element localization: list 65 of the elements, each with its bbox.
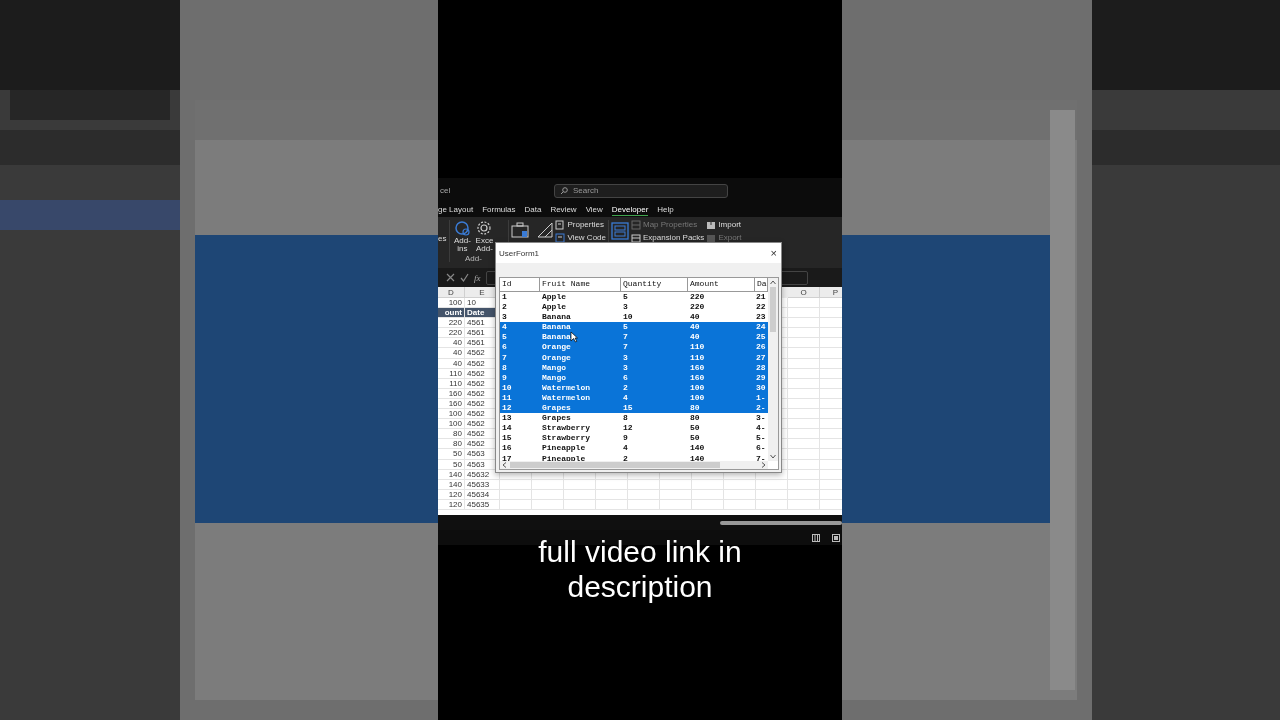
list-row[interactable]: 10 Watermelon 2 100 30 <box>500 382 768 393</box>
list-row[interactable]: 15 Strawberry 9 50 5- <box>500 433 768 444</box>
scrollbar[interactable] <box>768 278 778 461</box>
list-row[interactable]: 8 Mango 3 160 28 <box>500 362 768 373</box>
list-row[interactable]: 4 Banana 5 40 24 <box>500 322 768 333</box>
ribbon-button[interactable]: Exce Add- <box>474 220 495 253</box>
caret-right-icon <box>761 462 766 468</box>
ribbon-tab[interactable]: Developer <box>611 204 649 216</box>
cancel-icon <box>446 273 455 282</box>
list-row[interactable]: 13 Grapes 8 80 3- <box>500 413 768 424</box>
column-header[interactable]: D <box>438 287 465 298</box>
ribbon-button[interactable]: Import <box>706 220 742 230</box>
column-header[interactable]: P <box>820 287 842 298</box>
ribbon-button[interactable]: View Code <box>555 233 606 243</box>
ribbon-button[interactable]: Expansion Packs <box>631 233 705 243</box>
window-title: UserForm1 <box>499 248 539 258</box>
list-row[interactable]: 11 Watermelon 4 100 1- <box>500 392 768 404</box>
list-box[interactable] <box>499 277 779 470</box>
column-header[interactable]: Fruit Name <box>540 278 621 291</box>
gear-icon <box>476 220 493 236</box>
list-row[interactable]: 9 Mango 6 160 29 <box>500 372 768 383</box>
column-header[interactable]: Quantity <box>621 278 688 291</box>
list-row[interactable]: 1 Apple 5 220 21 <box>500 292 768 303</box>
list-row[interactable]: 17 Pineapple 2 140 7- <box>500 453 768 464</box>
scrollbar[interactable] <box>720 520 842 525</box>
scrollbar[interactable] <box>500 461 768 469</box>
ribbon-tab[interactable]: Formulas <box>482 204 516 216</box>
ribbon-button[interactable]: Properties <box>555 220 606 230</box>
search-icon <box>560 186 568 195</box>
function-label[interactable]: fx <box>474 272 481 283</box>
caret-down-icon <box>770 454 776 459</box>
ribbon-label: es <box>438 234 447 243</box>
grid-view-icon <box>812 533 820 542</box>
cursor-icon <box>570 331 578 343</box>
window-icon <box>555 233 566 243</box>
app-title: cel <box>440 186 452 195</box>
list-row[interactable]: 12 Grapes 15 80 2- <box>500 403 768 414</box>
panel-icon <box>611 222 629 240</box>
toolbox-icon <box>511 222 530 238</box>
ruler-icon <box>537 222 554 238</box>
group-label: Add- <box>465 254 482 263</box>
list-row[interactable]: 16 Pineapple 4 140 6- <box>500 443 768 454</box>
ribbon-tab[interactable]: Help <box>657 204 674 216</box>
list-row[interactable]: 7 Orange 3 110 27 <box>500 352 768 363</box>
close-button[interactable]: × <box>766 247 781 259</box>
list-row[interactable]: 2 Apple 3 220 22 <box>500 302 768 313</box>
list-row[interactable]: 3 Banana 10 40 23 <box>500 312 768 323</box>
column-header[interactable]: Id <box>500 278 540 291</box>
list-row[interactable]: 14 Strawberry 12 50 4- <box>500 423 768 434</box>
page-view-icon <box>832 533 840 542</box>
ribbon-tab[interactable]: View <box>585 204 603 216</box>
ribbon-tab[interactable]: Data <box>524 204 542 216</box>
ribbon-button[interactable]: Add-ins <box>452 220 473 253</box>
list-row[interactable]: 6 Orange 7 110 26 <box>500 342 768 353</box>
caption-text: full video link in description <box>537 534 743 604</box>
search-field[interactable]: Search <box>554 183 728 198</box>
document-icon <box>555 220 566 230</box>
column-header[interactable]: Amount <box>688 278 755 291</box>
caret-up-icon <box>770 280 776 285</box>
check-icon <box>460 273 469 282</box>
ribbon-tab[interactable]: Review <box>550 204 577 216</box>
list-row[interactable]: 5 Banana 7 40 25 <box>500 332 768 343</box>
ribbon-tab[interactable]: ge Layout <box>438 204 474 216</box>
column-header[interactable]: O <box>788 287 820 298</box>
caret-left-icon <box>502 462 507 468</box>
